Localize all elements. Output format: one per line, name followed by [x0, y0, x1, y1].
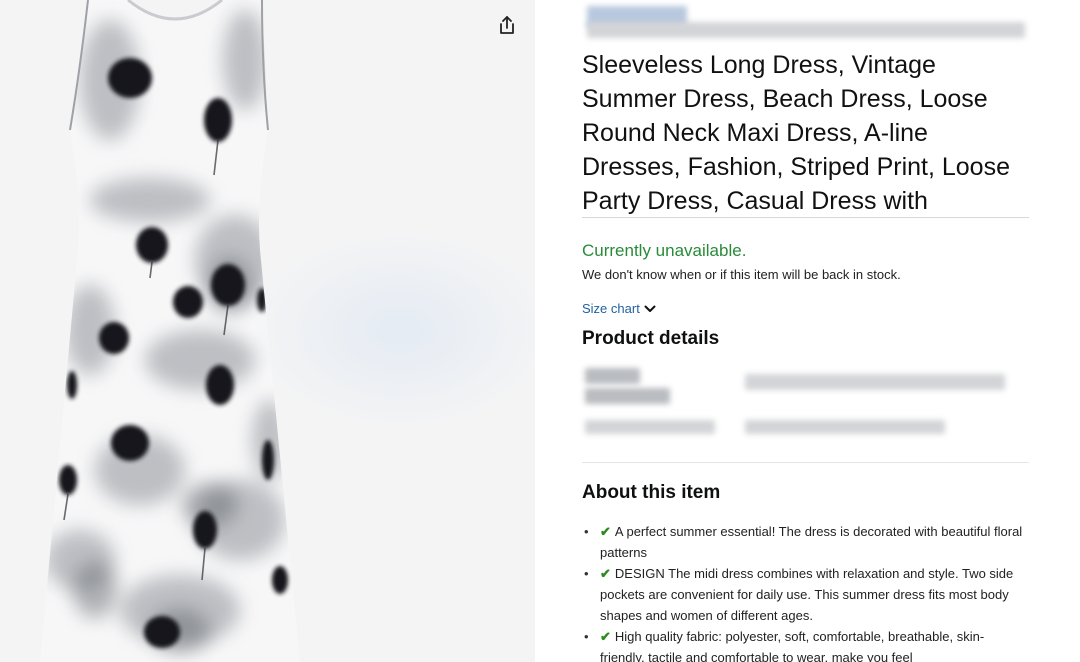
bullet-text: DESIGN The midi dress combines with rela… — [600, 566, 1014, 623]
size-chart-link[interactable]: Size chart — [582, 301, 656, 316]
list-item: ✔A perfect summer essential! The dress i… — [582, 521, 1027, 563]
about-item-heading: About this item — [582, 482, 721, 503]
details-divider — [582, 462, 1029, 463]
blurred-title-line — [587, 22, 1025, 38]
share-icon — [500, 16, 514, 34]
blurred-detail-label — [585, 420, 715, 434]
product-title: Sleeveless Long Dress, Vintage Summer Dr… — [582, 51, 1010, 215]
share-button[interactable] — [492, 10, 522, 40]
blurred-detail-value — [745, 374, 1005, 390]
bullet-text: High quality fabric: polyester, soft, co… — [600, 629, 985, 662]
about-item-list: ✔A perfect summer essential! The dress i… — [582, 521, 1027, 662]
image-glare — [250, 230, 535, 430]
blurred-detail-value — [745, 420, 945, 434]
product-details-panel: Sleeveless Long Dress, Vintage Summer Dr… — [535, 0, 1080, 662]
list-item: ✔DESIGN The midi dress combines with rel… — [582, 563, 1027, 626]
checkmark-icon: ✔ — [600, 629, 611, 644]
product-image-panel[interactable] — [0, 0, 535, 662]
chevron-down-icon — [644, 305, 656, 312]
checkmark-icon: ✔ — [600, 566, 611, 581]
blurred-detail-label — [585, 388, 670, 404]
product-details-heading: Product details — [582, 328, 720, 349]
stock-note: We don't know when or if this item will … — [582, 267, 901, 282]
bullet-text: A perfect summer essential! The dress is… — [600, 524, 1023, 560]
list-item: ✔High quality fabric: polyester, soft, c… — [582, 626, 1027, 662]
blurred-detail-label — [585, 368, 640, 384]
size-chart-label: Size chart — [582, 301, 640, 316]
availability-status: Currently unavailable. — [582, 241, 747, 260]
title-divider — [582, 217, 1029, 218]
checkmark-icon: ✔ — [600, 524, 611, 539]
